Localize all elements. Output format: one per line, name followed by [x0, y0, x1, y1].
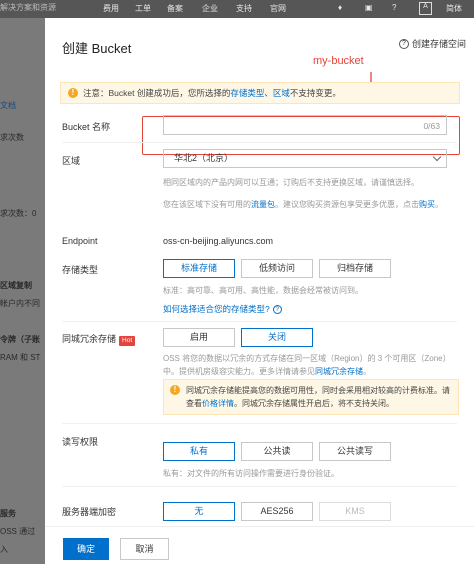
question-icon: ?: [398, 38, 409, 49]
hot-badge: Hot: [119, 336, 136, 346]
cart-icon[interactable]: ▣: [365, 3, 373, 12]
console-search[interactable]: 解决方案和资源: [0, 2, 62, 14]
help-icon[interactable]: ?: [392, 3, 396, 12]
warning-icon: !: [68, 88, 78, 98]
divider: [62, 321, 457, 322]
region-label: 区域: [62, 156, 81, 166]
acl-private-button[interactable]: 私有: [163, 442, 235, 461]
bucket-name-input[interactable]: 0/63: [163, 115, 447, 135]
storage-class-label: 存储类型: [62, 265, 99, 275]
encryption-label: 服务器端加密: [62, 507, 117, 517]
redundancy-hint: OSS 将您的数据以冗余的方式存储在同一区域（Region）的 3 个可用区（Z…: [163, 354, 451, 376]
user-icon[interactable]: A: [419, 2, 432, 15]
buy-link[interactable]: 购买: [419, 200, 435, 209]
price-details-link[interactable]: 价格详情: [202, 399, 234, 408]
side-item: 求次数：0: [0, 209, 37, 218]
lang-switch[interactable]: 简体: [446, 3, 462, 14]
endpoint-label: Endpoint: [62, 236, 98, 246]
acl-hint: 私有：对文件的所有访问操作需要进行身份验证。: [163, 469, 339, 478]
region-link[interactable]: 区域: [273, 88, 290, 98]
storage-archive-button[interactable]: 归档存储: [319, 259, 391, 278]
side-item: 入: [0, 545, 8, 554]
redundancy-warning: ! 同城冗余存储能提高您的数据可用性，同时会采用相对较高的计费标准。请查看价格详…: [163, 379, 459, 415]
redundancy-enable-button[interactable]: 启用: [163, 328, 235, 347]
bell-icon[interactable]: ♦: [338, 3, 342, 12]
drawer-footer: 确定 取消: [45, 526, 474, 564]
storage-class-help-link[interactable]: 如何选择适合您的存储类型? ?: [163, 303, 282, 315]
acl-public-read-button[interactable]: 公共读: [241, 442, 313, 461]
side-item: RAM 和 ST: [0, 353, 41, 362]
cancel-button[interactable]: 取消: [120, 538, 169, 560]
side-item: 令牌（子账: [0, 335, 40, 344]
encryption-none-button[interactable]: 无: [163, 502, 235, 521]
drawer-title: 创建 Bucket: [62, 41, 132, 56]
endpoint-value: oss-cn-beijing.aliyuncs.com: [163, 236, 274, 246]
acl-public-read-write-button[interactable]: 公共读写: [319, 442, 391, 461]
side-item: 服务: [0, 509, 16, 518]
console-sidebar: 文档 求次数 求次数：0 区域复制 帐户内不同 令牌（子账 RAM 和 ST 服…: [0, 18, 45, 564]
bucket-name-label: Bucket 名称: [62, 122, 111, 132]
nav-enterprise[interactable]: 企业: [202, 3, 218, 14]
side-item: 帐户内不同: [0, 299, 40, 308]
side-item: 求次数: [0, 133, 24, 142]
storage-type-link[interactable]: 存储类型: [230, 88, 264, 98]
divider: [62, 142, 457, 143]
nav-billing[interactable]: 费用: [103, 3, 119, 14]
char-counter: 0/63: [423, 121, 440, 131]
storage-class-hint: 标准：高可靠、高可用、高性能，数据会经常被访问到。: [163, 286, 363, 295]
acl-label: 读写权限: [62, 437, 99, 447]
help-link[interactable]: ? 创建存储空间: [398, 37, 466, 50]
chevron-down-icon: [432, 152, 442, 162]
redundancy-disable-button[interactable]: 关闭: [241, 328, 313, 347]
nav-icp[interactable]: 备案: [167, 3, 183, 14]
warning-icon: !: [170, 385, 180, 395]
create-bucket-drawer: 创建 Bucket ? 创建存储空间 my-bucket ! 注意：Bucket…: [45, 18, 474, 564]
divider: [62, 486, 457, 487]
storage-ia-button[interactable]: 低频访问: [241, 259, 313, 278]
notice-banner: ! 注意：Bucket 创建成功后，您所选择的存储类型、区域不支持变更。: [60, 82, 460, 104]
redundancy-label: 同城冗余存储 Hot: [62, 332, 136, 346]
storage-standard-button[interactable]: 标准存储: [163, 259, 235, 278]
region-select[interactable]: 华北2（北京）: [163, 149, 447, 168]
side-item: OSS 通过: [0, 527, 36, 536]
redundancy-doc-link[interactable]: 同城冗余存储: [315, 367, 363, 376]
nav-tickets[interactable]: 工单: [135, 3, 151, 14]
question-icon: ?: [272, 304, 282, 314]
traffic-package-link[interactable]: 流量包: [251, 200, 275, 209]
side-item: 区域复制: [0, 281, 32, 290]
region-traffic-hint: 您在该区域下没有可用的流量包。建议您购买资源包享受更多优惠，点击购买。: [163, 200, 443, 209]
nav-support[interactable]: 支持: [236, 3, 252, 14]
encryption-kms-button: KMS: [319, 502, 391, 521]
console-topbar: 解决方案和资源 费用 工单 备案 企业 支持 官网 ♦ ▣ ? A 简体: [0, 0, 474, 18]
encryption-aes256-button[interactable]: AES256: [241, 502, 313, 521]
region-selected: 华北2（北京）: [174, 153, 234, 163]
annotation-label: my-bucket: [313, 55, 364, 67]
divider: [62, 423, 457, 424]
notice-text: 注意：Bucket 创建成功后，您所选择的存储类型、区域不支持变更。: [83, 88, 341, 98]
confirm-button[interactable]: 确定: [63, 538, 109, 560]
region-hint: 相同区域内的产品内网可以互通；订购后不支持更换区域，请谨慎选择。: [163, 178, 419, 187]
nav-official[interactable]: 官网: [270, 3, 286, 14]
side-item[interactable]: 文档: [0, 100, 16, 111]
help-label: 创建存储空间: [411, 39, 466, 49]
